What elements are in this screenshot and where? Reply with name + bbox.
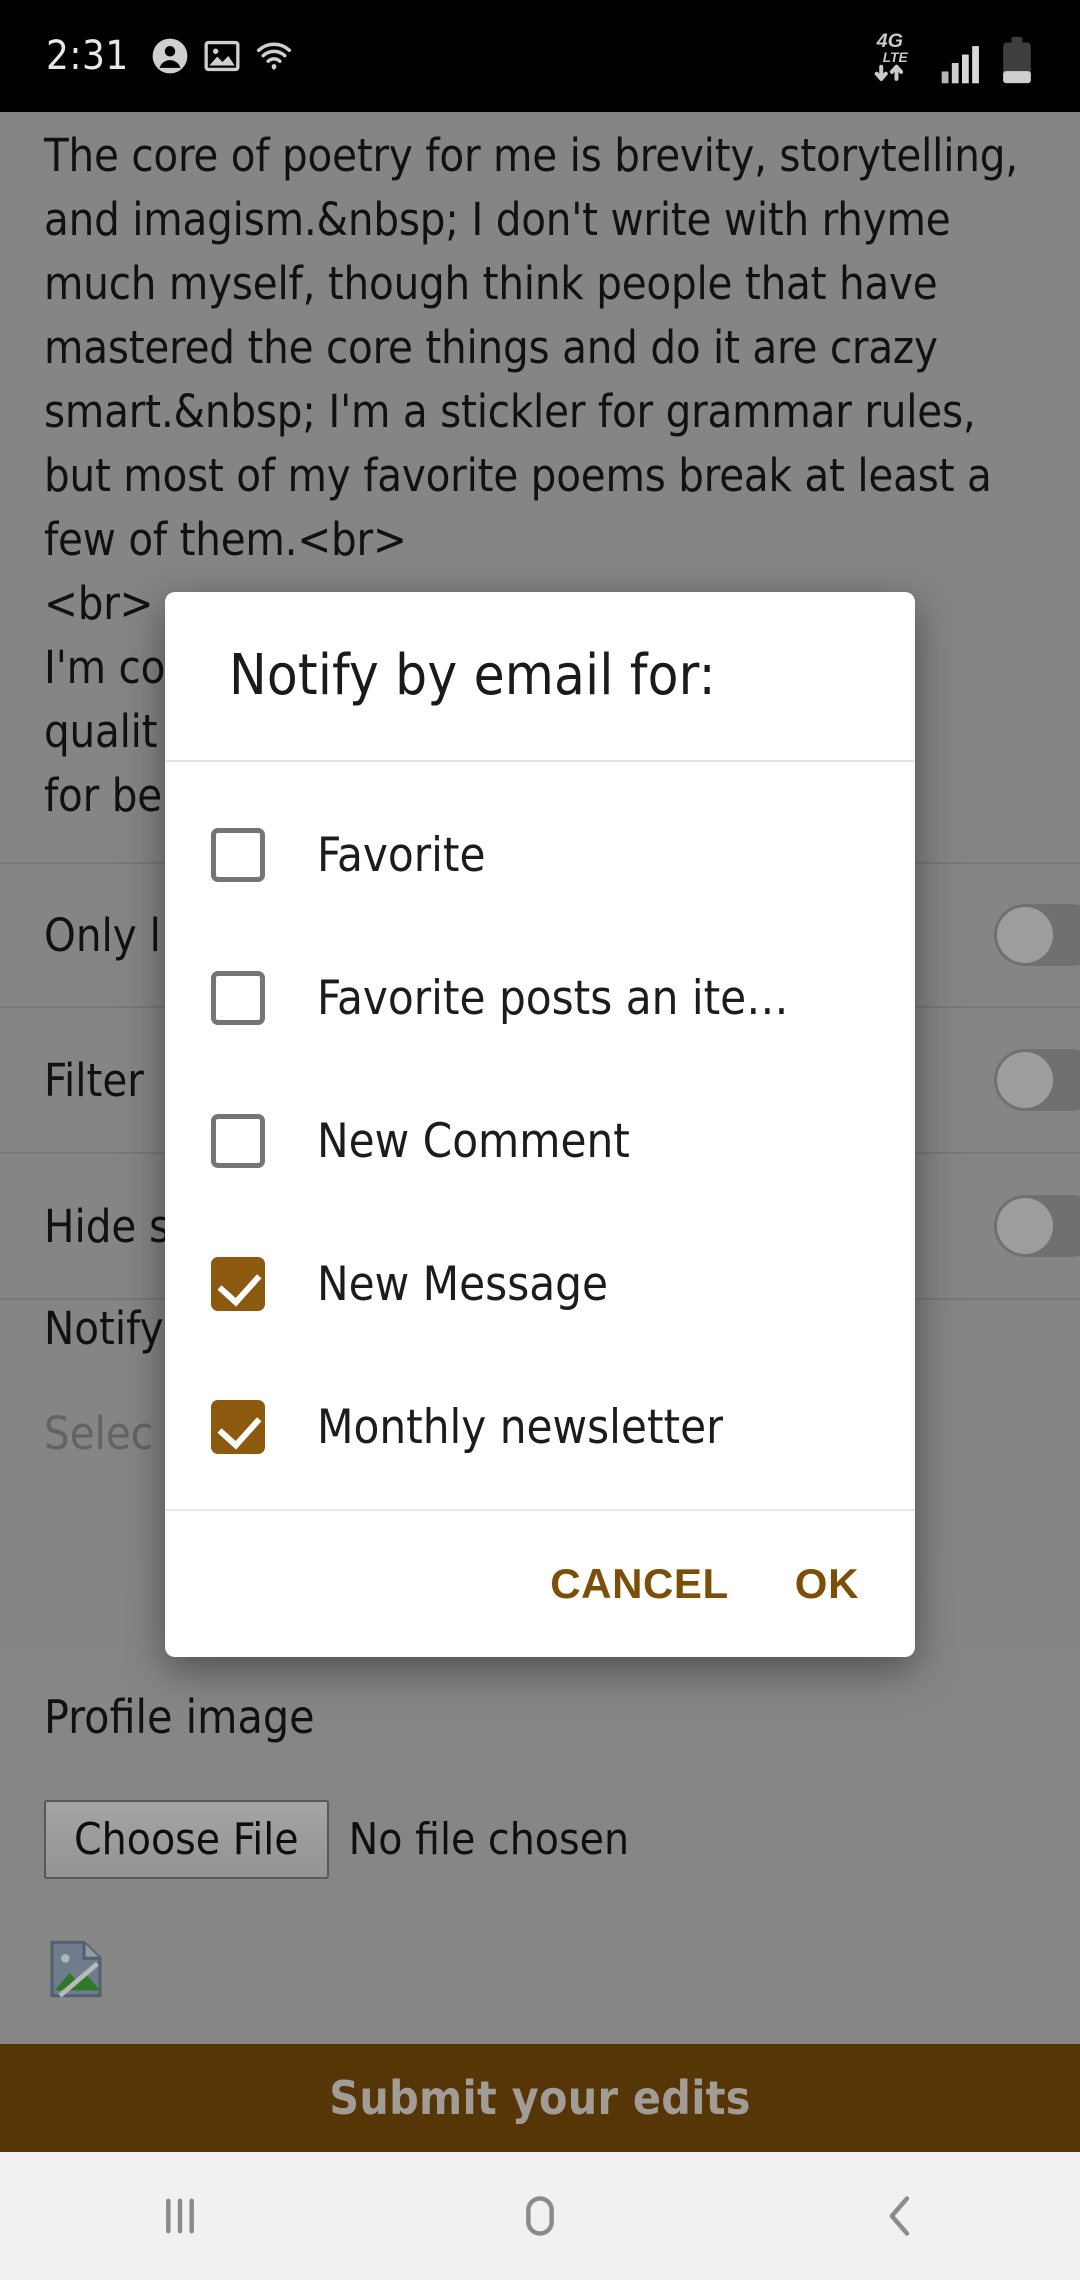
checkbox-unchecked-icon[interactable]: [211, 971, 265, 1026]
notify-field-label: Notify: [44, 1302, 164, 1355]
notify-select-placeholder[interactable]: Selec: [44, 1407, 164, 1460]
recents-icon: [166, 2198, 194, 2234]
account-circle-icon: [152, 38, 188, 74]
android-navigation-bar: [0, 2152, 1080, 2280]
dialog-option-favorite-posts[interactable]: Favorite posts an ite…: [165, 927, 915, 1070]
profile-image-label: Profile image: [44, 1690, 315, 1744]
checkbox-checked-icon[interactable]: [211, 1400, 265, 1455]
image-icon: [204, 40, 240, 72]
status-bar-system-icons: 4G LTE: [872, 27, 1046, 85]
profile-image-field: Profile image Choose File No file chosen: [44, 1690, 1044, 2006]
notify-field[interactable]: Notify Selec: [44, 1302, 164, 1460]
back-button[interactable]: [720, 2188, 1080, 2244]
settings-row-toggle[interactable]: [994, 1195, 1080, 1257]
dialog-option-new-comment[interactable]: New Comment: [165, 1070, 915, 1213]
checkbox-checked-icon[interactable]: [211, 1257, 265, 1312]
no-file-chosen-label: No file chosen: [348, 1814, 630, 1865]
dialog-option-label: Favorite: [317, 827, 486, 883]
dialog-option-label: New Comment: [317, 1113, 630, 1169]
wifi-icon: [256, 42, 291, 70]
back-icon: [889, 2196, 910, 2236]
notify-by-email-dialog: Notify by email for: Favorite Favorite p…: [165, 592, 915, 1657]
battery-icon: [1003, 37, 1031, 84]
status-bar: 2:31 4G LTE: [0, 0, 1080, 112]
submit-edits-label: Submit your edits: [329, 2071, 751, 2125]
choose-file-button[interactable]: Choose File: [44, 1800, 329, 1879]
status-bar-clock: 2:31: [46, 33, 129, 79]
dialog-action-bar: CANCEL OK: [165, 1508, 915, 1657]
dialog-option-label: Favorite posts an ite…: [317, 970, 789, 1026]
dialog-title: Notify by email for:: [165, 592, 915, 762]
dialog-option-monthly-newsletter[interactable]: Monthly newsletter: [165, 1356, 915, 1499]
ok-button[interactable]: OK: [795, 1560, 859, 1608]
dialog-option-label: Monthly newsletter: [317, 1399, 724, 1455]
settings-row-label: Only l: [44, 908, 161, 962]
settings-row-label: Filter: [44, 1053, 144, 1107]
status-bar-notification-icons: [151, 37, 293, 75]
signal-bars-icon: [941, 46, 979, 84]
dialog-option-list: Favorite Favorite posts an ite… New Comm…: [165, 762, 915, 1509]
home-icon: [526, 2196, 554, 2236]
dialog-title-text: Notify by email for:: [229, 643, 716, 709]
dialog-option-label: New Message: [317, 1256, 609, 1312]
file-input-row[interactable]: Choose File No file chosen: [44, 1800, 1044, 1879]
broken-image-icon: [50, 1940, 102, 1998]
home-button[interactable]: [360, 2188, 720, 2244]
dialog-option-favorite[interactable]: Favorite: [165, 784, 915, 927]
svg-text:4G: 4G: [876, 30, 903, 52]
checkbox-unchecked-icon[interactable]: [211, 1114, 265, 1169]
dialog-option-new-message[interactable]: New Message: [165, 1213, 915, 1356]
4g-lte-data-icon: 4G LTE: [874, 30, 909, 81]
submit-edits-button[interactable]: Submit your edits: [0, 2044, 1080, 2152]
checkbox-unchecked-icon[interactable]: [211, 828, 265, 883]
settings-row-toggle[interactable]: [994, 904, 1080, 966]
recents-button[interactable]: [0, 2188, 360, 2244]
svg-text:LTE: LTE: [883, 50, 909, 65]
settings-row-toggle[interactable]: [994, 1049, 1080, 1111]
settings-row-label: Hide s: [44, 1199, 171, 1253]
cancel-button[interactable]: CANCEL: [550, 1560, 729, 1608]
